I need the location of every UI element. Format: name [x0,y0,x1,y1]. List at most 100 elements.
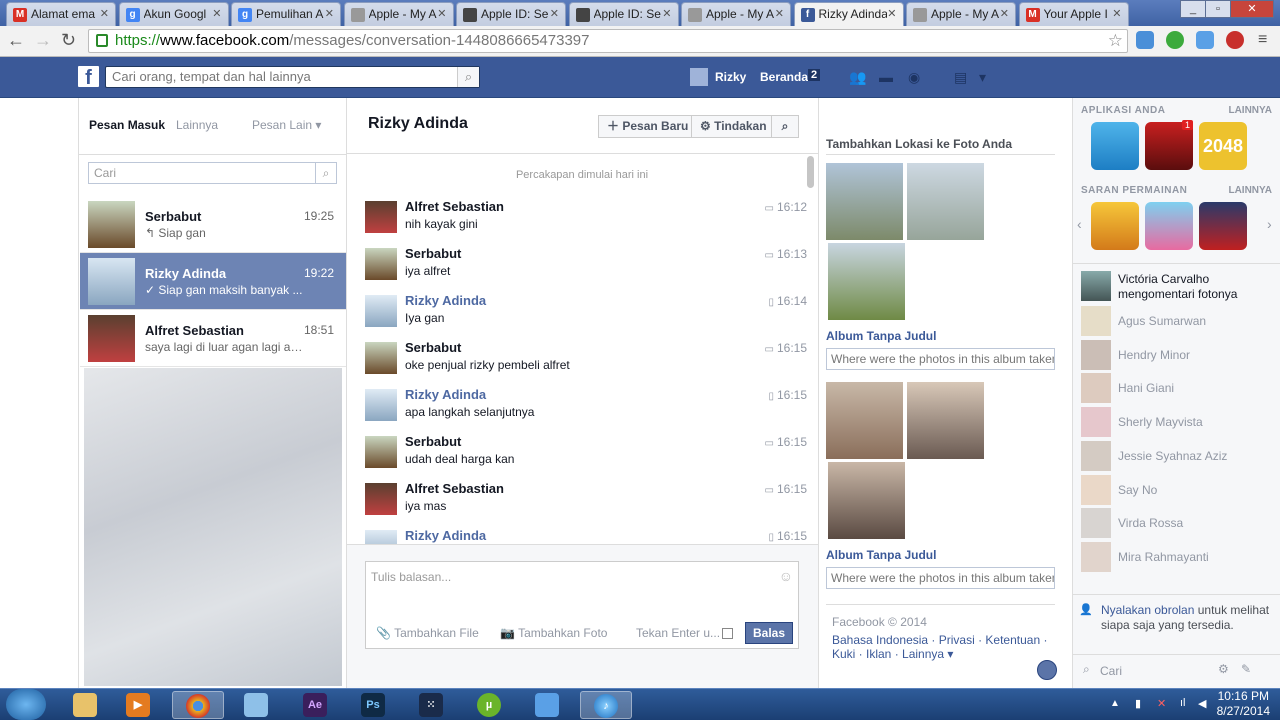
hangouts-icon[interactable] [1166,31,1184,49]
conversation-list-item[interactable]: Rizky Adinda 19:22 ✓ Siap gan maksih banya… [80,253,347,310]
reload-icon[interactable]: ↻ [61,30,76,50]
search-icon[interactable]: ⌕ [457,67,479,87]
photo-thumbnail[interactable] [826,382,903,459]
tab-more-messages[interactable]: Pesan Lain ▾ [252,118,321,132]
chat-friend[interactable]: Mira Rahmayanti [1081,541,1271,572]
ticker-name[interactable]: Victória Carvalho [1118,272,1209,286]
scrollbar[interactable] [807,156,814,188]
game-2048-app-icon[interactable]: 2048 [1199,122,1247,170]
browser-tab[interactable]: Apple - My A ✕ [681,2,791,26]
chat-friend[interactable]: Jessie Syahnaz Aziz [1081,440,1271,471]
home-link[interactable]: Beranda [760,70,808,84]
avatar[interactable] [690,68,708,86]
back-icon[interactable]: ← [7,30,25,50]
album-link[interactable]: Album Tanpa Judul [826,329,936,343]
album-link[interactable]: Album Tanpa Judul [826,548,936,562]
message-sender[interactable]: Rizky Adinda [405,387,486,402]
privacy-icon[interactable]: ▤ [954,69,972,85]
message-sender[interactable]: Serbabut [405,434,461,449]
photo-thumbnail[interactable] [907,163,984,240]
taskbar-utorrent[interactable]: µ [464,691,516,719]
tab-close-icon[interactable]: ✕ [1000,7,1009,20]
globe-icon[interactable] [1037,660,1057,680]
system-clock[interactable]: 10:16 PM 8/27/2014 [1217,689,1270,719]
photo-thumbnail[interactable] [907,382,984,459]
fb-search-input[interactable]: Cari orang, tempat dan hal lainnya ⌕ [105,66,480,88]
tray-signal-icon[interactable]: ıl [1180,697,1186,709]
address-bar[interactable]: https://www.facebook.com/messages/conver… [88,29,1128,53]
browser-tab[interactable]: g Akun Googl ✕ [118,2,229,26]
compose-icon[interactable]: ✎ [1241,662,1251,676]
tray-device-icon[interactable]: ▮ [1135,697,1141,710]
reply-input[interactable]: Tulis balasan... ☺ 📎 Tambahkan File 📷 Ta… [365,561,799,649]
message-sender[interactable]: Serbabut [405,246,461,261]
taskbar-explorer[interactable] [60,691,112,719]
tab-close-icon[interactable]: ✕ [212,7,221,20]
chevron-left-icon[interactable]: ‹ [1077,216,1082,232]
chevron-right-icon[interactable]: › [1267,216,1272,232]
conversation-search-input[interactable]: Cari ⌕ [88,162,337,184]
taskbar-itunes[interactable]: ♪ [580,691,632,719]
chat-friend[interactable]: Hani Giani [1081,373,1271,404]
message-sender[interactable]: Alfret Sebastian [405,481,504,496]
account-menu-chevron-down-icon[interactable]: ▾ [979,69,997,85]
tray-chevron-up-icon[interactable]: ▲ [1110,698,1120,709]
airline-app-icon[interactable] [1091,122,1139,170]
footer-links[interactable]: Kuki · Iklan · Lainnya ▾ [832,647,953,661]
taskbar-media-player[interactable]: ▶ [113,691,165,719]
avatar[interactable] [365,342,397,374]
bookmark-star-icon[interactable]: ☆ [1108,30,1123,52]
message-sender[interactable]: Serbabut [405,340,461,355]
maximize-button[interactable]: ▫ [1205,0,1231,18]
browser-tab[interactable]: Apple - My A ✕ [906,2,1016,26]
extension-icon[interactable] [1136,31,1154,49]
chat-friend[interactable]: Sherly Mayvista [1081,407,1271,438]
browser-tab[interactable]: Apple - My A ✕ [343,2,454,26]
emoji-icon[interactable]: ☺ [779,568,793,584]
tab-inbox[interactable]: Pesan Masuk [89,118,165,132]
forward-icon[interactable]: → [34,30,52,50]
actions-button[interactable]: ⚙ Tindakan [691,115,776,138]
close-window-button[interactable]: ✕ [1230,0,1274,18]
tray-network-icon[interactable]: ✕ [1157,697,1166,710]
add-file-button[interactable]: 📎 Tambahkan File [376,626,479,640]
cloud-icon[interactable] [1196,31,1214,49]
avatar[interactable] [365,530,397,544]
message-thread[interactable]: Percakapan dimulai hari ini Alfret Sebas… [346,154,818,544]
chat-friend[interactable]: Say No [1081,474,1271,505]
facebook-logo-icon[interactable]: f [78,66,99,89]
games-more-link[interactable]: LAINNYA [1228,185,1272,196]
avatar[interactable] [365,295,397,327]
album-location-input[interactable]: Where were the photos in this album take… [826,348,1055,370]
photo-thumbnail[interactable] [828,243,905,320]
tab-close-icon[interactable]: ✕ [662,7,671,20]
avatar[interactable] [365,483,397,515]
taskbar-chrome[interactable] [172,691,224,719]
tab-close-icon[interactable]: ✕ [100,7,109,20]
taskbar-photoshop[interactable]: Ps [348,691,400,719]
conversation-list-item[interactable]: Alfret Sebastian 18:51 saya lagi di luar a… [80,310,347,367]
gear-icon[interactable]: ⚙ [1218,662,1229,676]
avatar[interactable] [365,389,397,421]
browser-tab[interactable]: M Your Apple I ✕ [1018,2,1129,26]
tray-volume-icon[interactable]: ◀ [1198,697,1206,710]
tab-close-icon[interactable]: ✕ [887,7,896,20]
photo-thumbnail[interactable] [826,163,903,240]
taskbar-after-effects[interactable]: Ae [290,691,342,719]
message-sender[interactable]: Rizky Adinda [405,528,486,543]
tab-close-icon[interactable]: ✕ [437,7,446,20]
chat-search-bar[interactable]: ⌕ Cari ⚙ ✎ [1073,654,1280,688]
browser-tab[interactable]: g Pemulihan A ✕ [231,2,341,26]
new-message-button[interactable]: ＋ Pesan Baru [598,115,698,138]
avengers-game-icon[interactable] [1199,202,1247,250]
avatar[interactable] [365,248,397,280]
search-conversation-button[interactable]: ⌕ [771,115,799,138]
menu-icon[interactable]: ≡ [1258,30,1267,50]
search-icon[interactable]: ⌕ [315,163,336,183]
browser-tab[interactable]: Apple ID: Se ✕ [456,2,566,26]
conversation-list-item[interactable]: Serbabut 19:25 ↰ Siap gan [80,196,347,253]
photo-thumbnail[interactable] [828,462,905,539]
tab-other[interactable]: Lainnya [176,118,218,132]
profile-link[interactable]: Rizky [715,70,746,84]
taskbar-blackberry[interactable]: ⁙ [406,691,458,719]
